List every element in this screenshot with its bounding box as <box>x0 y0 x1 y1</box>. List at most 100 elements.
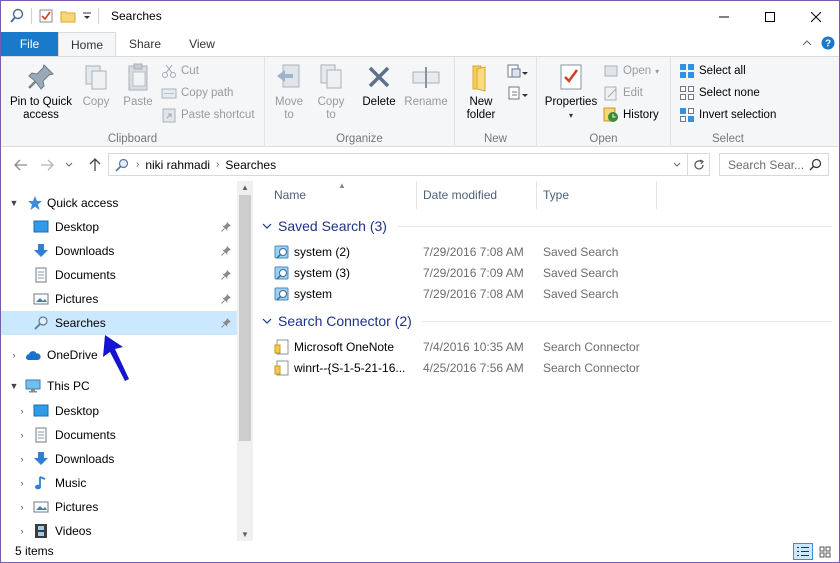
item-count: 5 items <box>15 544 54 558</box>
pin-icon[interactable] <box>221 221 232 232</box>
saved-search-icon <box>274 245 289 259</box>
details-view-button[interactable] <box>793 543 813 560</box>
pin-icon[interactable] <box>221 293 232 304</box>
new-folder-button[interactable]: New folder <box>461 61 501 122</box>
group-saved-search[interactable]: Saved Search (3) <box>262 216 832 236</box>
status-bar: 5 items <box>1 541 839 562</box>
expand-chevron-icon[interactable]: › <box>17 406 27 416</box>
nav-quick-downloads[interactable]: Downloads <box>1 239 237 263</box>
pictures-icon <box>33 501 49 513</box>
list-item[interactable]: system (2) 7/29/2016 7:08 AM Saved Searc… <box>272 242 832 263</box>
expand-ribbon-icon[interactable] <box>801 36 813 50</box>
breadcrumb-searches[interactable]: Searches <box>225 158 276 172</box>
scroll-down-icon[interactable]: ▼ <box>241 530 249 539</box>
move-to-icon <box>277 64 300 88</box>
copy-button[interactable]: Copy <box>79 61 113 109</box>
pin-to-quick-access-button[interactable]: Pin to Quick access <box>5 61 77 122</box>
window-title: Searches <box>111 9 162 23</box>
forward-arrow-icon <box>41 159 54 171</box>
new-item-icon[interactable] <box>507 63 529 81</box>
address-bar[interactable]: › niki rahmadi › Searches <box>108 153 688 176</box>
scroll-up-icon[interactable]: ▲ <box>241 183 249 192</box>
group-search-connector[interactable]: Search Connector (2) <box>262 311 832 331</box>
address-dropdown-icon[interactable] <box>673 162 681 168</box>
minimize-button[interactable] <box>701 1 747 32</box>
rename-icon <box>412 67 440 88</box>
forward-button[interactable] <box>37 155 57 175</box>
list-item[interactable]: system (3) 7/29/2016 7:09 AM Saved Searc… <box>272 263 832 284</box>
properties-button[interactable]: Properties ▾ <box>543 61 599 122</box>
up-button[interactable] <box>85 155 105 175</box>
list-item[interactable]: system 7/29/2016 7:08 AM Saved Search <box>272 284 832 305</box>
maximize-button[interactable] <box>747 1 793 32</box>
cut-button[interactable]: Cut <box>161 61 199 81</box>
paste-button[interactable]: Paste <box>119 61 157 109</box>
collapse-chevron-icon[interactable]: ▼ <box>9 381 19 391</box>
nav-quick-documents[interactable]: Documents <box>1 263 237 287</box>
nav-quick-pictures[interactable]: Pictures <box>1 287 237 311</box>
nav-scrollbar[interactable]: ▲ ▼ <box>237 181 253 541</box>
pin-icon[interactable] <box>221 245 232 256</box>
history-button[interactable]: History <box>603 105 659 125</box>
properties-qat-icon[interactable] <box>38 8 54 24</box>
edit-button[interactable]: Edit <box>603 83 643 103</box>
nav-pc-desktop[interactable]: › Desktop <box>1 399 237 423</box>
expand-chevron-icon[interactable]: › <box>17 430 27 440</box>
scroll-thumb[interactable] <box>239 195 251 441</box>
invert-selection-button[interactable]: Invert selection <box>679 105 776 125</box>
search-box[interactable]: Search Sear... <box>719 153 829 176</box>
nav-pc-documents[interactable]: › Documents <box>1 423 237 447</box>
pin-icon[interactable] <box>221 269 232 280</box>
customize-qat-icon[interactable] <box>82 8 92 24</box>
list-item[interactable]: winrt--{S-1-5-21-16... 4/25/2016 7:56 AM… <box>272 358 832 379</box>
collapse-chevron-icon[interactable]: ▼ <box>9 198 19 208</box>
copy-path-button[interactable]: Copy path <box>161 83 233 103</box>
copy-to-button[interactable]: Copy to <box>313 61 349 122</box>
select-none-button[interactable]: Select none <box>679 83 760 103</box>
tab-home[interactable]: Home <box>58 32 116 57</box>
expand-chevron-icon[interactable]: › <box>17 454 27 464</box>
nav-quick-access[interactable]: ▼ Quick access <box>1 191 237 215</box>
new-folder-qat-icon[interactable] <box>60 8 76 24</box>
expand-chevron-icon[interactable]: › <box>17 478 27 488</box>
tab-view[interactable]: View <box>174 32 230 56</box>
breadcrumb-separator[interactable]: › <box>136 159 139 170</box>
help-icon[interactable]: ? <box>821 36 835 50</box>
edit-icon <box>604 86 617 101</box>
select-all-button[interactable]: Select all <box>679 61 746 81</box>
select-label: Select <box>712 133 744 145</box>
column-date-modified[interactable]: Date modified <box>417 181 537 209</box>
back-button[interactable] <box>11 155 31 175</box>
nav-pc-pictures[interactable]: › Pictures <box>1 495 237 519</box>
nav-pc-downloads[interactable]: › Downloads <box>1 447 237 471</box>
nav-pc-music[interactable]: › Music <box>1 471 237 495</box>
column-type[interactable]: Type <box>537 181 657 209</box>
delete-button[interactable]: Delete <box>361 61 397 109</box>
back-arrow-icon <box>14 159 27 171</box>
documents-icon <box>35 267 47 283</box>
tab-file[interactable]: File <box>1 32 58 56</box>
pin-icon[interactable] <box>221 317 232 328</box>
expand-chevron-icon[interactable]: › <box>17 526 27 536</box>
move-to-button[interactable]: Move to <box>271 61 307 122</box>
history-icon <box>603 107 618 122</box>
breadcrumb-user[interactable]: niki rahmadi <box>145 158 210 172</box>
expand-chevron-icon[interactable]: › <box>9 350 19 360</box>
column-name[interactable]: Name <box>268 181 417 209</box>
nav-pc-videos[interactable]: › Videos <box>1 519 237 541</box>
large-icons-view-button[interactable] <box>815 543 835 560</box>
expand-chevron-icon[interactable]: › <box>17 502 27 512</box>
close-button[interactable] <box>793 1 839 32</box>
tab-share[interactable]: Share <box>116 32 174 56</box>
list-item[interactable]: Microsoft OneNote 7/4/2016 10:35 AM Sear… <box>272 337 832 358</box>
recent-locations-button[interactable] <box>63 155 75 175</box>
refresh-button[interactable] <box>688 153 710 176</box>
breadcrumb-separator[interactable]: › <box>216 159 219 170</box>
rename-button[interactable]: Rename <box>403 61 449 109</box>
open-button[interactable]: Open ▾ <box>603 61 659 81</box>
search-input[interactable]: Search Sear... <box>728 158 804 172</box>
nav-quick-desktop[interactable]: Desktop <box>1 215 237 239</box>
easy-access-icon[interactable] <box>507 85 529 103</box>
paste-shortcut-button[interactable]: Paste shortcut <box>161 105 255 125</box>
search-window-icon <box>10 8 24 23</box>
